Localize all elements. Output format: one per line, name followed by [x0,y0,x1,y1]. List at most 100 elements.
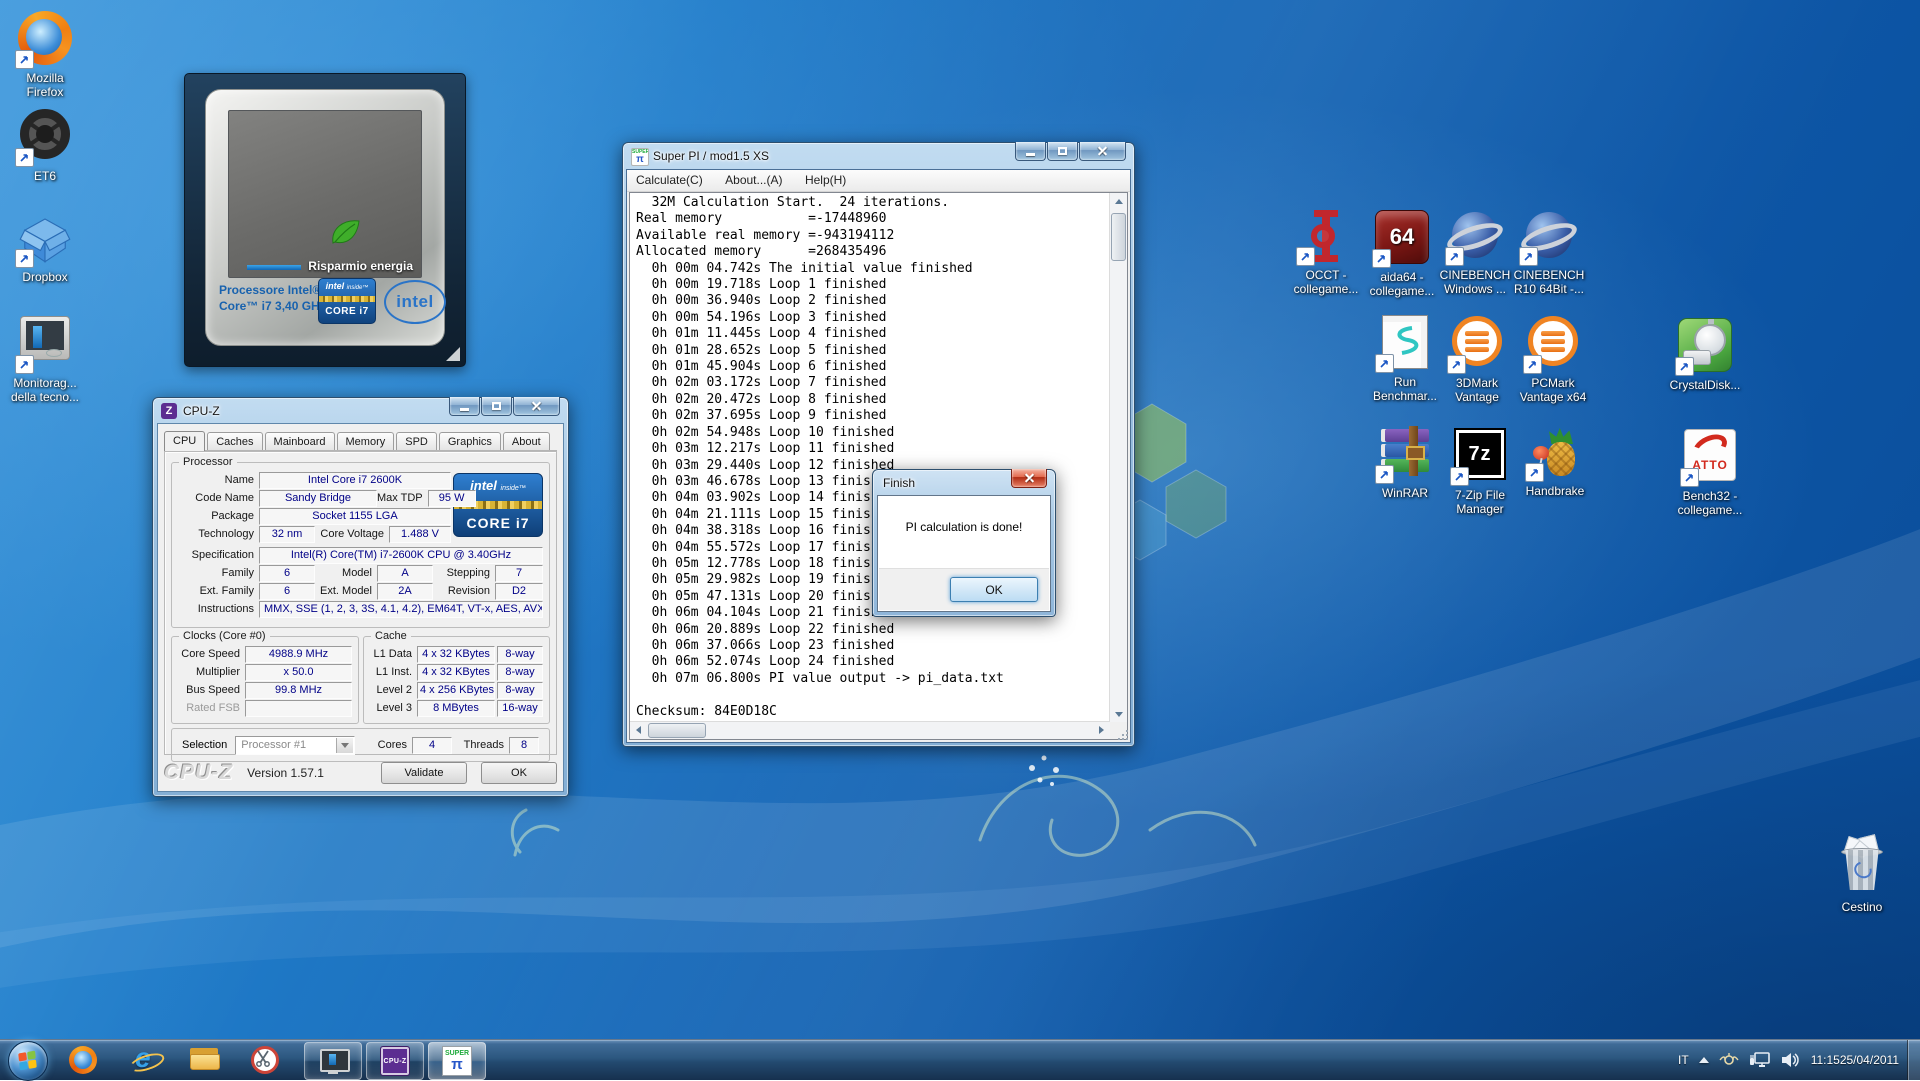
vertical-scrollbar[interactable] [1109,193,1127,722]
minimize-button[interactable] [1015,142,1046,161]
tray-date: 25/04/2011 [1840,1053,1899,1068]
resize-grip[interactable] [1110,722,1127,739]
shortcut-arrow-icon [1525,463,1544,482]
tab-graphics[interactable]: Graphics [439,432,501,450]
taskbar-internet-explorer[interactable]: e [128,1044,162,1076]
finish-titlebar[interactable]: Finish [873,470,1055,496]
level3-size-field: 8 MBytes [417,700,495,717]
finish-dialog: Finish PI calculation is done! OK [872,469,1056,617]
level3-label: Level 3 [368,700,417,717]
max-tdp-field: 95 W [428,490,476,507]
energy-saving-label: Risparmio energia [308,259,413,273]
tab-memory[interactable]: Memory [337,432,395,450]
taskbar-cpuz-button[interactable]: CPU-Z [366,1042,424,1080]
cores-label: Cores [355,737,412,754]
superpi-app-icon: SUPERπ [631,148,649,166]
shortcut-arrow-icon [1447,355,1466,374]
desktop-icon-monitoraggio[interactable]: Monitorag... della tecno... [0,314,93,404]
desktop-icon-label: Mozilla Firefox [0,71,93,99]
desktop-icon-et6[interactable]: ET6 [0,106,93,183]
validate-button[interactable]: Validate [381,762,467,784]
vertical-scroll-thumb[interactable] [1111,213,1126,261]
language-indicator[interactable]: IT [1678,1053,1689,1067]
menu-calculate[interactable]: Calculate(C) [627,170,712,190]
show-desktop-button[interactable] [1907,1040,1920,1080]
tray-time: 11:15 [1811,1053,1840,1068]
clock[interactable]: 11:15 25/04/2011 [1811,1053,1899,1068]
name-label: Name [176,472,259,489]
desktop-icon-recycle-bin[interactable]: Cestino [1814,836,1910,914]
desktop-icon-dropbox[interactable]: Dropbox [0,210,93,284]
desktop-icon-handbrake[interactable]: Handbrake [1507,424,1603,498]
dropdown-arrow-icon[interactable] [336,738,353,753]
shortcut-arrow-icon [1680,468,1699,487]
recycle-bin-icon [1834,836,1890,896]
stepping-field: 7 [495,565,543,582]
horizontal-scrollbar[interactable] [630,721,1110,739]
processor-group: Processor intel inside™ CORE i7 NameInte… [171,462,550,628]
ok-button[interactable]: OK [481,762,557,784]
minimize-button[interactable] [449,397,480,416]
desktop-icon-label: CrystalDisk... [1657,378,1753,392]
l1-inst-label: L1 Inst. [368,664,417,681]
maximize-button[interactable] [481,397,512,416]
taskbar-snipping-tool[interactable] [248,1044,282,1076]
tab-cpu[interactable]: CPU [164,431,205,451]
utility-tray-icon[interactable] [1719,1052,1739,1068]
shortcut-arrow-icon [1296,247,1315,266]
selection-label: Selection [182,739,227,751]
ext-family-field: 6 [259,583,315,600]
family-label: Family [176,565,259,582]
model-label: Model [315,565,377,582]
desktop-icon-mozilla-firefox[interactable]: Mozilla Firefox [0,10,93,99]
desktop-icon-label: Bench32 - collegame... [1662,489,1758,517]
close-button[interactable] [1011,469,1047,488]
volume-icon[interactable] [1781,1052,1801,1068]
menu-help[interactable]: Help(H) [796,170,855,190]
close-button[interactable] [513,397,560,416]
specification-label: Specification [176,547,259,564]
leaf-icon [327,217,363,249]
show-hidden-icons-button[interactable] [1699,1057,1709,1063]
l1-data-size-field: 4 x 32 KBytes [417,646,495,663]
desktop-icon-pcmark-vantage[interactable]: PCMark Vantage x64 [1505,313,1601,404]
tab-caches[interactable]: Caches [207,432,262,450]
scroll-up-button[interactable] [1110,193,1127,209]
multiplier-field: x 50.0 [245,664,352,681]
desktop-icon-cinebench-r10[interactable]: CINEBENCH R10 64Bit -... [1501,208,1597,296]
network-icon[interactable] [1749,1052,1771,1069]
gadget-progress-bar [247,265,301,270]
start-button[interactable] [8,1041,48,1081]
scroll-left-button[interactable] [630,722,647,738]
menu-about[interactable]: About...(A) [716,170,791,190]
cpuz-icon: CPU-Z [380,1046,410,1076]
taskbar-superpi-button[interactable]: SUPERπ [428,1042,486,1080]
desktop-icon-label: PCMark Vantage x64 [1505,376,1601,404]
taskbar-firefox[interactable] [66,1044,100,1076]
tab-about[interactable]: About [503,432,550,450]
maximize-button[interactable] [1047,142,1078,161]
ext-model-label: Ext. Model [315,583,377,600]
superpi-titlebar[interactable]: SUPERπ Super PI / mod1.5 XS [623,143,1134,169]
intel-logo: intel [384,280,446,324]
revision-field: D2 [495,583,543,600]
desktop-icon-label: ET6 [0,169,93,183]
finish-message: PI calculation is done! [878,520,1050,534]
cpuz-titlebar[interactable]: Z CPU-Z [153,398,568,424]
monitor-icon [319,1048,347,1074]
taskbar-monitoraggio-button[interactable] [304,1042,362,1080]
tab-mainboard[interactable]: Mainboard [265,432,335,450]
cpu-heat-spreader: Risparmio energia Processore Intel® Core… [205,89,445,346]
ok-button[interactable]: OK [950,577,1038,602]
horizontal-scroll-thumb[interactable] [648,723,706,738]
tab-spd[interactable]: SPD [396,432,437,450]
desktop-icon-crystaldisk[interactable]: CrystalDisk... [1657,316,1753,392]
processor-select[interactable]: Processor #1 [235,736,355,755]
scroll-down-button[interactable] [1110,706,1127,722]
close-button[interactable] [1079,142,1126,161]
taskbar-explorer[interactable] [188,1044,222,1076]
desktop-icon-bench32[interactable]: ATTO Bench32 - collegame... [1662,426,1758,517]
scroll-right-button[interactable] [1093,722,1110,738]
ext-model-field: 2A [377,583,433,600]
desktop-icon-label: Monitorag... della tecno... [0,376,93,404]
